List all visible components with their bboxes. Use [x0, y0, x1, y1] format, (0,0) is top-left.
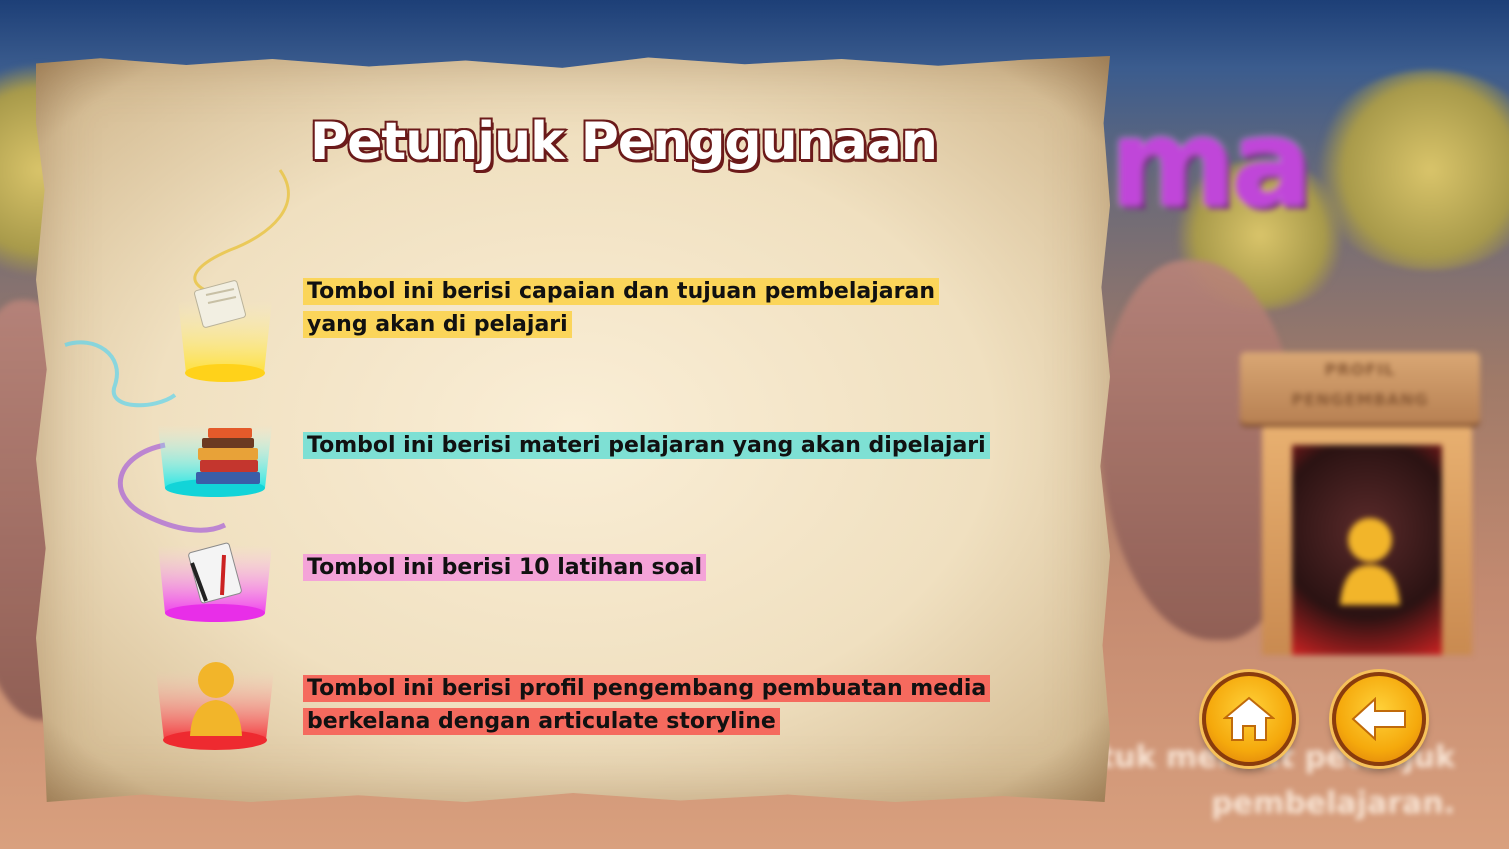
panel-title: Petunjuk Penggunaan [309, 111, 940, 174]
profile-sign: PROFIL PENGEMBANG [1240, 352, 1480, 424]
item-description-exercise: Tombol ini berisi 10 latihan soal [303, 551, 723, 584]
back-button[interactable] [1332, 672, 1426, 766]
sign-line-1: PROFIL [1324, 360, 1396, 379]
home-button[interactable] [1202, 672, 1296, 766]
item-description-material: Tombol ini berisi materi pelajaran yang … [303, 429, 1003, 462]
back-arrow-icon [1351, 697, 1406, 741]
item-description-profile: Tombol ini berisi profil pengembang pemb… [303, 672, 1003, 738]
sign-line-2: PENGEMBANG [1291, 390, 1429, 409]
exercise-text: Tombol ini berisi 10 latihan soal [303, 554, 707, 581]
goals-text: Tombol ini berisi capaian dan tujuan pem… [303, 278, 939, 338]
background-person-icon [1340, 518, 1400, 605]
material-button[interactable] [150, 400, 280, 510]
developer-profile-button[interactable] [150, 648, 280, 760]
learning-goals-button[interactable] [160, 255, 290, 385]
item-description-goals: Tombol ini berisi capaian dan tujuan pem… [303, 275, 943, 341]
material-text: Tombol ini berisi materi pelajaran yang … [303, 432, 990, 459]
profile-text: Tombol ini berisi profil pengembang pemb… [303, 675, 991, 735]
game-scene: ma PROFIL PENGEMBANG na. Klik peta yang … [0, 0, 1509, 849]
background-title: ma [1110, 95, 1312, 234]
exercise-button[interactable] [150, 525, 280, 635]
home-icon [1223, 696, 1275, 741]
